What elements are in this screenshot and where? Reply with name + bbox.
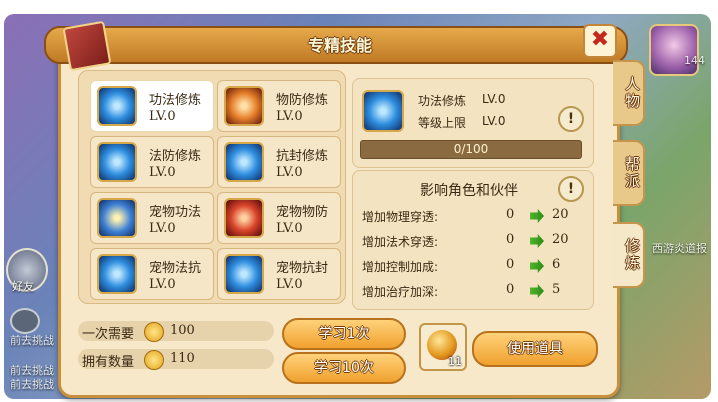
cost-need-label: 一次需要: [82, 327, 135, 342]
skill-item[interactable]: 抗封修炼 LV.0: [217, 136, 341, 188]
effect-label: 增加治疗加深:: [362, 285, 439, 299]
skill-name: 法防修炼: [149, 149, 202, 164]
effect-next: 6: [552, 257, 561, 272]
skill-level: LV.0: [276, 221, 303, 236]
effect-label: 增加法术穿透:: [362, 235, 439, 249]
effect-next: 5: [552, 282, 561, 297]
hint-text: 西游炎道报: [652, 242, 707, 255]
effect-label: 增加物理穿透:: [362, 210, 439, 224]
skill-item[interactable]: 宠物物防 LV.0: [217, 192, 341, 244]
pet-magic-resist-icon: [97, 254, 137, 294]
hint-text: 前去挑战: [10, 334, 54, 347]
info-icon[interactable]: !: [558, 176, 584, 202]
progress-bar: 0/100: [360, 140, 582, 159]
skill-name: 宠物抗封: [276, 261, 329, 276]
pet-skill-icon: [97, 198, 137, 238]
cost-own-value: 110: [170, 351, 195, 366]
tab-character[interactable]: 人物: [613, 60, 645, 126]
dialog-title: 专精技能: [307, 36, 372, 55]
progress-text: 0/100: [453, 142, 489, 156]
effect-next: 20: [552, 232, 569, 247]
detail-limit-value: LV.0: [482, 114, 506, 128]
book-icon: [62, 20, 112, 72]
effect-current: 0: [506, 207, 515, 222]
level-badge: 144: [684, 54, 705, 67]
friend-button[interactable]: 好友: [6, 248, 48, 293]
skill-level: LV.0: [149, 165, 176, 180]
effect-current: 0: [506, 232, 515, 247]
skill-level: LV.0: [276, 277, 303, 292]
tab-guild[interactable]: 帮派: [613, 140, 645, 206]
seal-resist-icon: [224, 142, 264, 182]
learn-once-button[interactable]: 学习1次: [282, 318, 406, 350]
skill-item[interactable]: 功法修炼 LV.0: [90, 80, 214, 132]
effect-current: 0: [506, 282, 515, 297]
detail-skill-name: 功法修炼: [418, 94, 467, 108]
cost-need-row: 一次需要 100: [78, 321, 274, 342]
skill-orb-icon: [362, 90, 404, 132]
skill-name: 功法修炼: [149, 93, 202, 108]
cost-own-row: 拥有数量 110: [78, 349, 274, 370]
close-button[interactable]: ✖: [583, 24, 617, 58]
pet-seal-resist-icon: [224, 254, 264, 294]
skill-item[interactable]: 宠物抗封 LV.0: [217, 248, 341, 300]
skill-item[interactable]: 法防修炼 LV.0: [90, 136, 214, 188]
effect-next: 20: [552, 207, 569, 222]
magic-shield-icon: [97, 142, 137, 182]
detail-limit-label: 等级上限: [418, 116, 467, 130]
skill-name: 宠物功法: [149, 205, 202, 220]
skill-orb-icon: [97, 86, 137, 126]
coin-icon: [144, 322, 164, 342]
skill-name: 抗封修炼: [276, 149, 329, 164]
effects-title: 影响角色和伙伴: [420, 183, 518, 199]
cost-need-value: 100: [170, 323, 195, 338]
info-icon[interactable]: !: [558, 106, 584, 132]
skill-level: LV.0: [149, 109, 176, 124]
skill-name: 物防修炼: [276, 93, 329, 108]
effect-label: 增加控制加成:: [362, 260, 439, 274]
pet-armor-icon: [224, 198, 264, 238]
skill-level: LV.0: [276, 165, 303, 180]
item-slot[interactable]: 11: [419, 323, 467, 371]
detail-skill-level: LV.0: [482, 92, 506, 106]
skill-level: LV.0: [276, 109, 303, 124]
learn-ten-button[interactable]: 学习10次: [282, 352, 406, 384]
skill-item[interactable]: 宠物法抗 LV.0: [90, 248, 214, 300]
effect-current: 0: [506, 257, 515, 272]
cost-own-label: 拥有数量: [82, 355, 135, 370]
use-item-button[interactable]: 使用道具: [472, 331, 598, 367]
friend-label: 好友: [12, 280, 34, 293]
skill-item[interactable]: 物防修炼 LV.0: [217, 80, 341, 132]
coin-icon: [144, 350, 164, 370]
chat-icon[interactable]: [10, 308, 40, 334]
skill-level: LV.0: [149, 277, 176, 292]
skill-name: 宠物物防: [276, 205, 329, 220]
armor-orb-icon: [224, 86, 264, 126]
skill-item[interactable]: 宠物功法 LV.0: [90, 192, 214, 244]
player-avatar[interactable]: [649, 24, 699, 76]
skill-level: LV.0: [149, 221, 176, 236]
tab-cultivation[interactable]: 修炼: [613, 222, 645, 288]
skill-name: 宠物法抗: [149, 261, 202, 276]
item-count: 11: [448, 355, 462, 368]
hint-text: 前去挑战: [10, 378, 54, 391]
